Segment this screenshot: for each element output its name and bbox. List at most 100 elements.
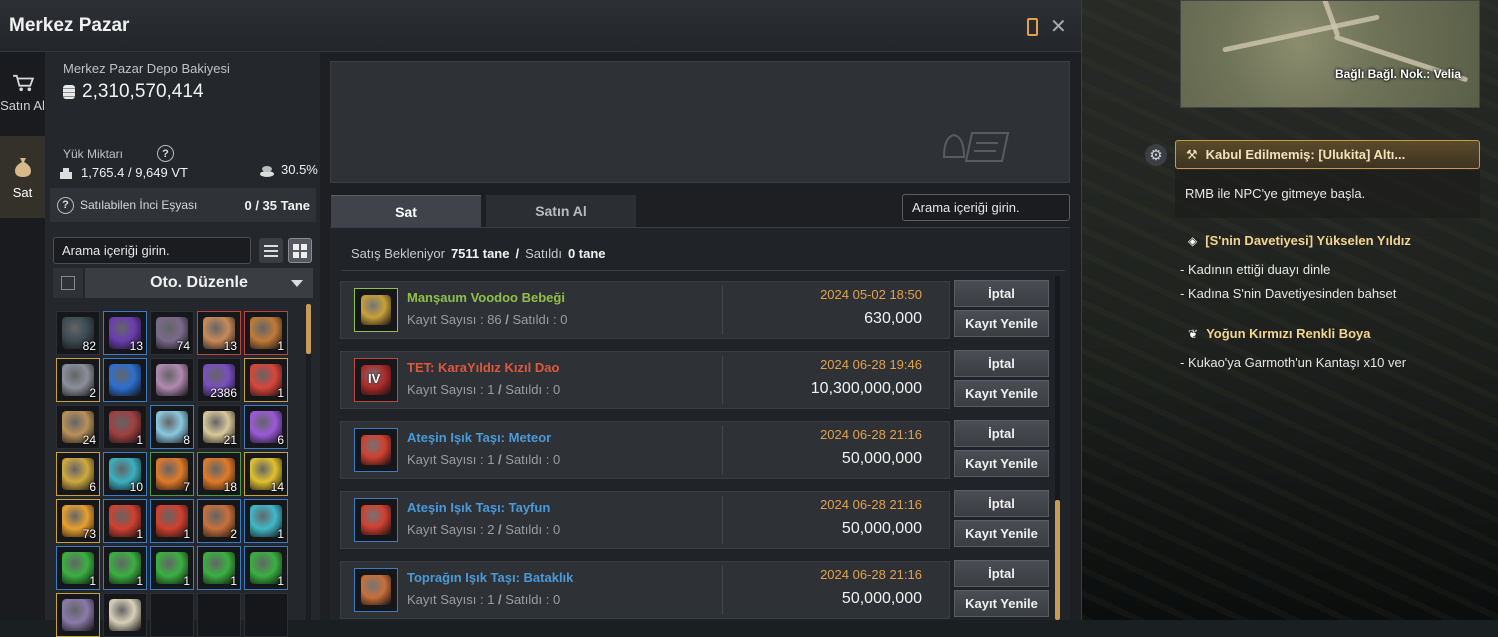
- inventory-slot[interactable]: 7: [150, 452, 194, 496]
- quest-title-kirmizi-boya[interactable]: ❦ Yoğun Kırmızı Renkli Boya: [1188, 326, 1371, 341]
- inventory-slot[interactable]: 8: [150, 405, 194, 449]
- item-quantity: 1: [183, 527, 190, 541]
- inventory-slot[interactable]: [103, 593, 147, 637]
- inventory-slot[interactable]: [150, 358, 194, 402]
- side-tab-buy[interactable]: Satın Al: [0, 52, 45, 134]
- cancel-listing-button[interactable]: İptal: [954, 490, 1049, 517]
- inventory-search-input[interactable]: [53, 237, 251, 264]
- help-icon[interactable]: ?: [57, 196, 74, 214]
- cancel-listing-button[interactable]: İptal: [954, 280, 1049, 307]
- divider: [722, 496, 723, 544]
- listing-scrollbar-thumb[interactable]: [1055, 500, 1060, 620]
- inventory-slot[interactable]: [197, 593, 241, 637]
- close-icon[interactable]: ✕: [1050, 14, 1067, 39]
- listing-row[interactable]: Manşaum Voodoo Bebeği Kayıt Sayısı : 86 /…: [340, 281, 950, 339]
- weight-value: 1,765.4 / 9,649 VT: [81, 165, 188, 180]
- item-quantity: 1: [277, 339, 284, 353]
- inventory-slot[interactable]: 1: [244, 499, 288, 543]
- side-tab-sell[interactable]: Sat: [0, 136, 45, 218]
- inventory-slot[interactable]: [56, 593, 100, 637]
- item-quantity: 74: [176, 339, 190, 353]
- listing-counts: Kayıt Sayısı : 1 / Satıldı : 0: [407, 382, 561, 397]
- grid-icon: [293, 243, 307, 258]
- sold-count: Satıldı : 0: [512, 312, 568, 327]
- inventory-slot[interactable]: [150, 593, 194, 637]
- renew-listing-button[interactable]: Kayıt Yenile: [954, 590, 1049, 617]
- list-view-button[interactable]: [259, 238, 283, 263]
- listing-row[interactable]: Ateşin Işık Taşı: Tayfun Kayıt Sayısı : 2…: [340, 491, 950, 549]
- inventory-slot[interactable]: 6: [56, 452, 100, 496]
- listing-row[interactable]: IV TET: KaraYıldız Kızıl Dao Kayıt Sayısı …: [340, 351, 950, 409]
- inventory-slot[interactable]: 1: [197, 546, 241, 590]
- inventory-slot[interactable]: 1: [244, 358, 288, 402]
- inventory-slot[interactable]: 1: [244, 546, 288, 590]
- inventory-slot[interactable]: 1: [150, 499, 194, 543]
- cancel-listing-button[interactable]: İptal: [954, 420, 1049, 447]
- tab-buy[interactable]: Satın Al: [486, 195, 636, 227]
- item-quantity: 82: [82, 339, 96, 353]
- inventory-slot[interactable]: 1: [150, 546, 194, 590]
- item-quantity: 18: [223, 480, 237, 494]
- renew-listing-button[interactable]: Kayıt Yenile: [954, 310, 1049, 337]
- inventory-slot[interactable]: 21: [197, 405, 241, 449]
- inventory-slot[interactable]: [103, 358, 147, 402]
- listing-row[interactable]: Ateşin Işık Taşı: Meteor Kayıt Sayısı : 1…: [340, 421, 950, 479]
- cancel-listing-button[interactable]: İptal: [954, 560, 1049, 587]
- item-quantity: 10: [129, 480, 143, 494]
- quest-accepted-bar[interactable]: ⚒ Kabul Edilmemiş: [Ulukita] Altı...: [1175, 140, 1480, 169]
- inventory-slot[interactable]: 73: [56, 499, 100, 543]
- weight-icon: [60, 167, 72, 179]
- listing-row[interactable]: Toprağın Işık Taşı: Bataklık Kayıt Sayısı…: [340, 561, 950, 619]
- inventory-slot[interactable]: 18: [197, 452, 241, 496]
- inventory-slot[interactable]: 82: [56, 311, 100, 355]
- listing-date: 2024 06-28 21:16: [820, 567, 922, 582]
- inventory-slot[interactable]: 1: [244, 311, 288, 355]
- quest-settings-gear-icon[interactable]: ⚙: [1145, 144, 1167, 166]
- quest-title-yukselen-yildiz[interactable]: ◈ [S'nin Davetiyesi] Yükselen Yıldız: [1188, 233, 1411, 248]
- inventory-scrollbar-thumb[interactable]: [306, 304, 311, 354]
- inventory-slot[interactable]: 1: [103, 405, 147, 449]
- window-title-bar[interactable]: Merkez Pazar ✕: [0, 0, 1081, 52]
- auto-sort-checkbox[interactable]: [53, 268, 83, 298]
- auto-sort-dropdown[interactable]: Oto. Düzenle: [85, 268, 313, 298]
- item-quantity: 1: [89, 574, 96, 588]
- cart-icon: [12, 74, 34, 91]
- sold-count: Satıldı : 0: [505, 382, 561, 397]
- cancel-listing-button[interactable]: İptal: [954, 350, 1049, 377]
- listing-item-icon: IV: [354, 358, 398, 402]
- listing-search-input[interactable]: [902, 194, 1070, 221]
- inventory-slot[interactable]: 13: [103, 311, 147, 355]
- inventory-slot[interactable]: 74: [150, 311, 194, 355]
- inventory-slot[interactable]: 6: [244, 405, 288, 449]
- item-quantity: 2: [89, 386, 96, 400]
- inventory-slot[interactable]: 1: [103, 499, 147, 543]
- inventory-slot[interactable]: 2: [197, 499, 241, 543]
- renew-listing-button[interactable]: Kayıt Yenile: [954, 450, 1049, 477]
- item-quantity: 1: [277, 527, 284, 541]
- inventory-slot[interactable]: [244, 593, 288, 637]
- inventory-slot[interactable]: 13: [197, 311, 241, 355]
- inventory-slot[interactable]: 2386: [197, 358, 241, 402]
- item-quantity: 6: [89, 480, 96, 494]
- tab-sell[interactable]: Sat: [331, 195, 481, 227]
- renew-listing-button[interactable]: Kayıt Yenile: [954, 520, 1049, 547]
- phone-icon[interactable]: [1027, 18, 1038, 36]
- item-quantity: 1: [230, 574, 237, 588]
- minimap[interactable]: Bağlı Bağl. Nok.: Velia: [1180, 0, 1480, 108]
- item-quantity: 1: [136, 574, 143, 588]
- help-icon[interactable]: ?: [157, 145, 174, 162]
- inventory-slot[interactable]: 1: [103, 546, 147, 590]
- list-icon: [264, 244, 278, 257]
- inventory-slot[interactable]: 2: [56, 358, 100, 402]
- inventory-slot[interactable]: 14: [244, 452, 288, 496]
- item-quantity: 2386: [210, 386, 237, 400]
- quest-objective: - Kukao'ya Garmoth'un Kantaşı x10 ver: [1180, 355, 1407, 370]
- grid-view-button[interactable]: [288, 238, 312, 263]
- inventory-slot[interactable]: 10: [103, 452, 147, 496]
- listing-counts: Kayıt Sayısı : 86 / Satıldı : 0: [407, 312, 568, 327]
- renew-listing-button[interactable]: Kayıt Yenile: [954, 380, 1049, 407]
- listing-item-name: Manşaum Voodoo Bebeği: [407, 290, 565, 305]
- inventory-slot[interactable]: 1: [56, 546, 100, 590]
- registered-count: Kayıt Sayısı : 1: [407, 382, 495, 397]
- inventory-slot[interactable]: 24: [56, 405, 100, 449]
